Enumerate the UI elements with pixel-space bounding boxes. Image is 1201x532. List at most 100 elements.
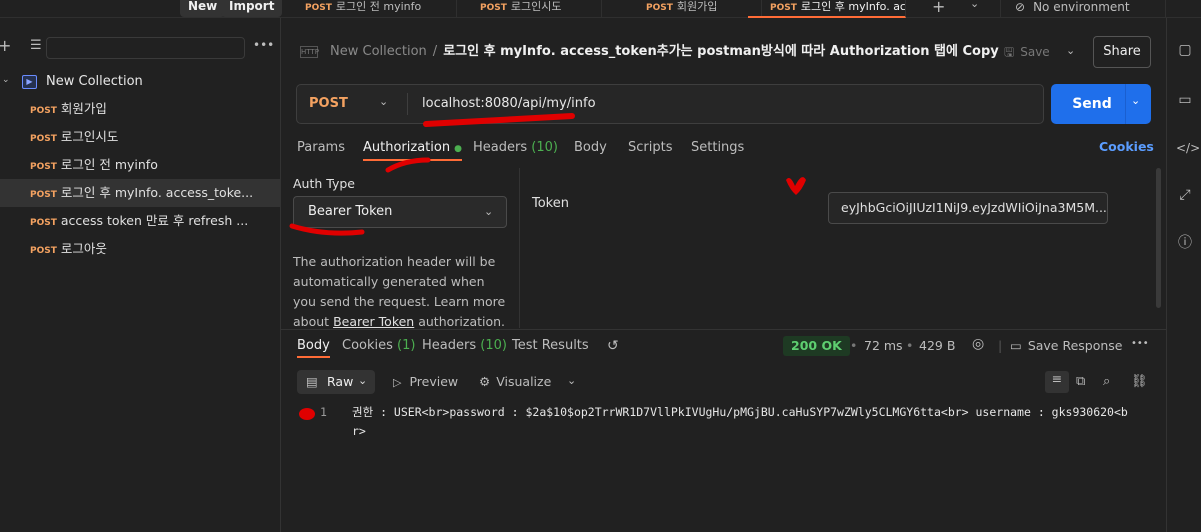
- request-name: 로그인시도: [60, 129, 119, 144]
- response-tab-cookies[interactable]: Cookies (1): [342, 336, 415, 356]
- active-dot-icon: ●: [454, 144, 462, 154]
- annotation-heart: [786, 177, 806, 195]
- sidebar-request-item[interactable]: POST 회원가입: [0, 95, 280, 123]
- chevron-down-icon[interactable]: ⌄: [970, 0, 979, 10]
- postman-window: New Import POST 로그인 전 myinfo POST 로그인시도 PO…: [0, 0, 1201, 532]
- more-icon[interactable]: •••: [253, 38, 274, 52]
- tab-scripts[interactable]: Scripts: [628, 138, 672, 158]
- url-bar: POST ⌄ localhost:8080/api/my/info: [296, 84, 1044, 124]
- help-tail: authorization.: [418, 314, 506, 329]
- documentation-icon[interactable]: ▢: [1176, 41, 1194, 59]
- auth-type-select[interactable]: Bearer Token ⌄: [293, 196, 507, 228]
- sidebar-search-input[interactable]: [46, 37, 245, 59]
- copy-icon[interactable]: ⧉: [1076, 374, 1085, 389]
- visualize-chevron-icon[interactable]: ⌄: [567, 374, 576, 387]
- divider: [519, 168, 520, 328]
- no-environment-icon: ⊘: [1015, 0, 1026, 14]
- auth-type-label: Auth Type: [293, 176, 355, 191]
- right-rail: ▢ ▭ </> ⤢ ⓘ: [1166, 18, 1201, 532]
- request-tab[interactable]: POST 회원가입: [624, 0, 762, 18]
- tab-body[interactable]: Body: [574, 138, 607, 158]
- filter-icon[interactable]: ☰: [30, 38, 42, 53]
- response-size[interactable]: 429 B: [919, 338, 955, 353]
- save-response-button[interactable]: ▭ Save Response: [1010, 338, 1123, 353]
- globe-icon[interactable]: ◎: [972, 336, 984, 352]
- tab-name: 로그인 전 myinfo: [335, 0, 422, 13]
- comments-icon[interactable]: ▭: [1176, 91, 1194, 109]
- method-chevron-icon[interactable]: ⌄: [379, 95, 388, 108]
- method-select[interactable]: POST: [309, 85, 348, 123]
- add-icon[interactable]: +: [0, 36, 11, 55]
- tab-params[interactable]: Params: [297, 138, 345, 158]
- save-label: Save: [1020, 45, 1050, 59]
- method-label: POST: [30, 246, 57, 256]
- status-badge[interactable]: 200 OK: [783, 336, 850, 356]
- new-button[interactable]: New: [180, 0, 226, 17]
- preview-label: Preview: [409, 374, 459, 389]
- auth-help-text: The authorization header will be automat…: [293, 252, 508, 332]
- url-input[interactable]: localhost:8080/api/my/info: [422, 85, 596, 123]
- request-name: 로그인 전 myinfo: [60, 157, 158, 172]
- link-icon[interactable]: ⛓: [1131, 374, 1148, 389]
- divider: [1125, 84, 1126, 124]
- sidebar-request-item[interactable]: POST 로그인 전 myinfo: [0, 151, 280, 179]
- response-tab-test-results[interactable]: Test Results: [512, 336, 589, 356]
- sidebar-request-item[interactable]: POST 로그인시도: [0, 123, 280, 151]
- top-tab-bar: New Import POST 로그인 전 myinfo POST 로그인시도 PO…: [0, 0, 1201, 18]
- request-tab[interactable]: POST 로그인시도: [458, 0, 602, 18]
- bearer-token-link[interactable]: Bearer Token: [333, 314, 414, 329]
- sidebar-request-item-selected[interactable]: POST 로그인 후 myInfo. access_toke...: [0, 179, 280, 207]
- annotation-underline-authorization: [385, 157, 431, 173]
- info-icon[interactable]: ⓘ: [1176, 234, 1194, 252]
- visualize-label: Visualize: [496, 374, 552, 389]
- code-icon[interactable]: </>: [1176, 139, 1200, 157]
- history-icon[interactable]: ↺: [607, 336, 619, 356]
- tab-headers[interactable]: Headers (10): [473, 138, 558, 158]
- sidebar-request-item[interactable]: POST 로그아웃: [0, 235, 280, 263]
- scrollbar[interactable]: [1156, 168, 1161, 308]
- response-tab-headers[interactable]: Headers (10): [422, 336, 507, 356]
- cookies-link[interactable]: Cookies: [1099, 139, 1154, 154]
- environment-selector[interactable]: ⊘ No environment: [1000, 0, 1166, 18]
- sidebar-request-item[interactable]: POST access token 만료 후 refresh ...: [0, 207, 280, 235]
- request-tab-active[interactable]: POST 로그인 후 myInfo. acc: [748, 0, 906, 18]
- wrap-lines-icon[interactable]: ≡: [1045, 371, 1069, 393]
- save-button[interactable]: 🖫 Save: [1004, 43, 1050, 61]
- dot-separator-icon: •: [850, 338, 858, 353]
- send-button[interactable]: Send ⌄: [1051, 84, 1151, 124]
- token-label: Token: [532, 196, 569, 211]
- request-title[interactable]: 로그인 후 myInfo. access_token추가는 postman방식에…: [443, 44, 999, 59]
- search-icon[interactable]: ⌕: [1103, 374, 1110, 389]
- chevron-down-icon: ⌄: [484, 205, 494, 218]
- method-label: POST: [480, 3, 507, 13]
- divider: [281, 329, 1166, 330]
- headers-count: (10): [531, 140, 558, 155]
- raw-format-button[interactable]: ▤ Raw ⌄: [297, 370, 375, 394]
- send-options-chevron-icon[interactable]: ⌄: [1131, 94, 1140, 107]
- save-response-label: Save Response: [1027, 338, 1123, 353]
- collection-name[interactable]: New Collection: [0, 71, 143, 93]
- more-icon[interactable]: •••: [1131, 338, 1149, 349]
- share-button[interactable]: Share: [1093, 36, 1151, 68]
- cookies-count: (1): [397, 338, 416, 353]
- visualize-button[interactable]: ⚙ Visualize: [479, 374, 551, 389]
- tab-name: 로그인시도: [510, 0, 562, 13]
- add-tab-icon[interactable]: +: [932, 0, 945, 16]
- tab-label: Headers: [422, 338, 477, 353]
- breadcrumb-collection[interactable]: New Collection: [330, 44, 427, 59]
- response-tab-body[interactable]: Body: [297, 336, 330, 358]
- tab-settings[interactable]: Settings: [691, 138, 744, 158]
- tab-label: Authorization: [363, 140, 451, 155]
- headers-count: (10): [480, 338, 507, 353]
- tab-authorization[interactable]: Authorization ●: [363, 138, 462, 161]
- request-tab[interactable]: POST 로그인 전 myinfo: [283, 0, 457, 18]
- token-input[interactable]: eyJhbGciOiJIUzI1NiJ9.eyJzdWIiOiJna3M5M..…: [828, 192, 1108, 224]
- related-icon[interactable]: ⤢: [1176, 186, 1194, 204]
- preview-button[interactable]: ▷ Preview: [393, 374, 458, 389]
- import-button[interactable]: Import: [221, 0, 283, 17]
- save-options-chevron-icon[interactable]: ⌄: [1066, 44, 1075, 57]
- divider: |: [998, 338, 1003, 353]
- method-label: POST: [30, 190, 57, 200]
- response-time[interactable]: 72 ms: [864, 338, 903, 353]
- send-label: Send: [1072, 96, 1112, 112]
